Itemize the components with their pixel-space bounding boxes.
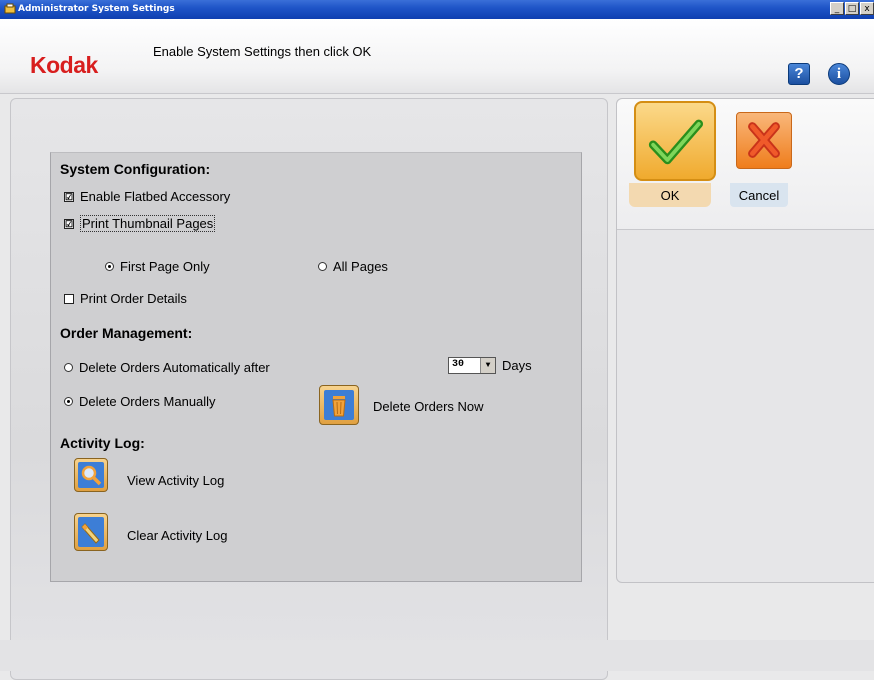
header: Kodak Enable System Settings then click …	[0, 19, 874, 94]
first-page-only-label: First Page Only	[120, 259, 210, 274]
print-thumbnail-option[interactable]: ☑ Print Thumbnail Pages	[64, 215, 216, 232]
print-thumbnail-label: Print Thumbnail Pages	[80, 215, 216, 232]
order-management-title: Order Management:	[60, 325, 193, 341]
cancel-button[interactable]	[736, 112, 792, 169]
all-pages-option[interactable]: All Pages	[318, 259, 388, 274]
window-controls: _ □ x	[830, 2, 874, 15]
days-label: Days	[502, 358, 532, 373]
view-activity-log-label: View Activity Log	[127, 473, 225, 488]
print-thumbnail-checkbox[interactable]: ☑	[64, 218, 74, 229]
clear-activity-log-button[interactable]	[74, 513, 108, 551]
ok-label[interactable]: OK	[629, 183, 711, 207]
cancel-label[interactable]: Cancel	[730, 183, 788, 207]
days-select[interactable]: 30 ▼	[448, 357, 496, 374]
activity-log-title: Activity Log:	[60, 435, 145, 451]
delete-auto-option[interactable]: Delete Orders Automatically after	[64, 360, 270, 375]
kodak-logo: Kodak	[30, 52, 98, 78]
delete-manual-radio[interactable]	[64, 397, 73, 406]
title-bar: Administrator System Settings _ □ x	[0, 0, 874, 19]
restore-button[interactable]: □	[845, 2, 859, 15]
checkmark-icon	[648, 119, 704, 165]
system-configuration-title: System Configuration:	[60, 161, 211, 177]
print-order-details-checkbox[interactable]	[64, 293, 74, 304]
help-button[interactable]: ?	[788, 63, 810, 85]
print-order-details-option[interactable]: Print Order Details	[64, 291, 187, 306]
all-pages-radio[interactable]	[318, 262, 327, 271]
delete-auto-radio[interactable]	[64, 363, 73, 372]
close-button[interactable]: x	[860, 2, 874, 15]
all-pages-label: All Pages	[333, 259, 388, 274]
view-activity-log-button[interactable]	[74, 458, 108, 492]
clear-activity-log-label: Clear Activity Log	[127, 528, 228, 543]
enable-flatbed-option[interactable]: ☑ Enable Flatbed Accessory	[64, 189, 230, 204]
eraser-icon	[78, 517, 104, 547]
enable-flatbed-checkbox[interactable]: ☑	[64, 191, 74, 202]
instruction-text: Enable System Settings then click OK	[153, 44, 372, 59]
print-order-details-label: Print Order Details	[80, 291, 187, 306]
info-button[interactable]: i	[828, 63, 850, 85]
first-page-only-option[interactable]: First Page Only	[105, 259, 210, 274]
delete-manual-option[interactable]: Delete Orders Manually	[64, 394, 216, 409]
delete-auto-label: Delete Orders Automatically after	[79, 360, 270, 375]
ok-button[interactable]	[634, 101, 716, 181]
delete-orders-now-button[interactable]	[319, 385, 359, 425]
delete-orders-now-label: Delete Orders Now	[373, 399, 484, 414]
bottom-band	[0, 640, 874, 671]
days-value: 30	[452, 359, 465, 370]
trash-icon	[324, 390, 354, 420]
x-icon	[748, 122, 780, 158]
window-title: Administrator System Settings	[18, 4, 175, 14]
enable-flatbed-label: Enable Flatbed Accessory	[80, 189, 231, 204]
first-page-only-radio[interactable]	[105, 262, 114, 271]
delete-manual-label: Delete Orders Manually	[79, 394, 216, 409]
app-icon	[4, 3, 16, 14]
minimize-button[interactable]: _	[830, 2, 844, 15]
magnifier-icon	[78, 462, 104, 488]
chevron-down-icon[interactable]: ▼	[480, 358, 495, 373]
